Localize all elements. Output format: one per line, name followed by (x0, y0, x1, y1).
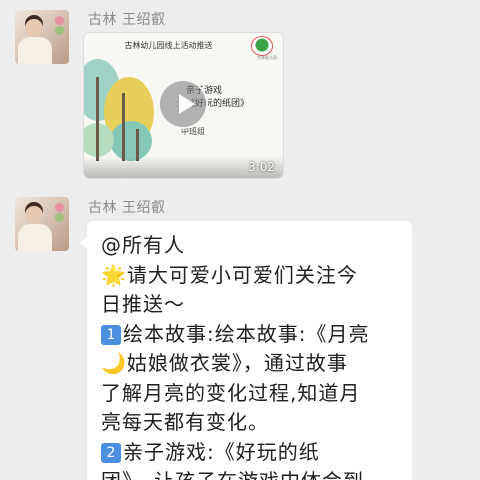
tree-trunk (122, 93, 125, 161)
avatar-person-body (18, 37, 52, 64)
sender-name: 古林 王绍叡 (88, 12, 166, 28)
video-message-card[interactable]: 古林幼儿园线上活动推送 古林幼儿园 亲子游戏 《好玩的纸团》 中班组 3:02 (84, 33, 283, 178)
keycap-2-icon: 2 (101, 442, 121, 463)
avatar-person-head (25, 206, 43, 224)
message-line: 团》，让孩子在游戏中体会到 (101, 467, 401, 480)
message-line-text: 请大可爱小可爱们关注今 (126, 262, 358, 287)
message-line-text: 绘本故事:绘本故事:《月亮 (123, 321, 370, 346)
flower-icon (55, 203, 64, 212)
kindergarten-logo-icon (251, 36, 273, 56)
sender-name: 古林 王绍叡 (88, 200, 166, 216)
message-line-text: 姑娘做衣裳》，通过故事 (126, 351, 348, 375)
play-icon[interactable] (158, 79, 208, 129)
message-line-text: 团》，让孩子在游戏中体会到 (101, 469, 364, 480)
tree-foliage (110, 121, 152, 161)
message-line-text: 了解月亮的变化过程,知道月 (101, 380, 361, 405)
star-icon: 🌟 (101, 262, 127, 287)
message-line: 🌟请大可爱小可爱们关注今 (101, 261, 401, 291)
tree-foliage (84, 123, 114, 157)
avatar[interactable] (15, 10, 69, 64)
chat-screen: 古林 王绍叡 古林幼儿园线上活动推送 古林幼儿园 亲子游戏 《好玩的纸团》 中班… (0, 0, 480, 480)
message-line: @所有人 (101, 231, 401, 261)
message-line: 1 绘本故事:绘本故事:《月亮 (101, 320, 401, 350)
logo-text: 古林幼儿园 (257, 55, 277, 60)
message-line-text: 亲子游戏:《好玩的纸 (123, 439, 320, 464)
message-line: 了解月亮的变化过程,知道月 (101, 379, 401, 409)
message-line: 亮每天都有变化。 (101, 408, 401, 438)
message-line: 🌙姑娘做衣裳》，通过故事 (101, 349, 401, 379)
text-message-bubble[interactable]: @所有人 🌟请大可爱小可爱们关注今 日推送～ 1 绘本故事:绘本故事:《月亮 🌙姑… (80, 221, 412, 480)
avatar-person-body (18, 224, 52, 251)
message-line-text: 亮每天都有变化。 (101, 410, 269, 434)
tree-trunk (96, 77, 99, 161)
keycap-1-icon: 1 (101, 324, 121, 345)
video-duration: 3:02 (248, 160, 275, 174)
message-line: 日推送～ (101, 290, 401, 320)
avatar[interactable] (15, 197, 69, 251)
message-line: 2 亲子游戏:《好玩的纸 (101, 438, 401, 468)
mention-all[interactable]: @所有人 (101, 233, 185, 257)
moon-icon: 🌙 (101, 351, 127, 375)
message-text: @所有人 🌟请大可爱小可爱们关注今 日推送～ 1 绘本故事:绘本故事:《月亮 🌙姑… (101, 231, 401, 480)
avatar-person-head (25, 19, 43, 37)
message-line-text: 日推送～ (101, 292, 185, 316)
flower-icon (55, 16, 64, 25)
